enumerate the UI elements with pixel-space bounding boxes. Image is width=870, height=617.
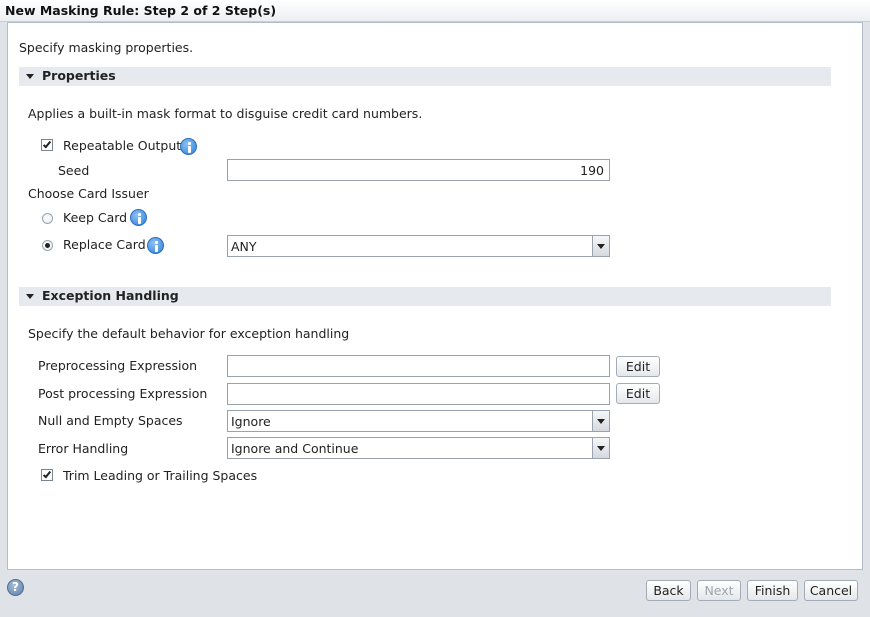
properties-header-label: Properties <box>42 68 116 83</box>
dialog-title-bar: New Masking Rule: Step 2 of 2 Step(s) <box>0 0 870 22</box>
error-handling-label: Error Handling <box>38 441 129 456</box>
trim-spaces-checkbox[interactable] <box>41 469 53 481</box>
back-button[interactable]: Back <box>646 580 691 601</box>
info-icon[interactable] <box>147 237 164 254</box>
null-empty-value: Ignore <box>231 414 271 429</box>
collapse-triangle-icon[interactable] <box>26 74 34 79</box>
trim-spaces-label: Trim Leading or Trailing Spaces <box>63 468 258 483</box>
replace-card-value: ANY <box>231 239 257 254</box>
keep-card-label: Keep Card <box>63 210 128 225</box>
dropdown-arrow-icon[interactable] <box>592 411 609 431</box>
checkmark-icon <box>42 139 52 149</box>
dropdown-arrow-icon[interactable] <box>592 236 609 256</box>
postprocessing-edit-button[interactable]: Edit <box>616 383 660 404</box>
info-icon[interactable] <box>130 209 147 226</box>
repeatable-output-checkbox[interactable] <box>41 139 53 151</box>
finish-button[interactable]: Finish <box>747 580 798 601</box>
checkmark-icon <box>42 469 52 479</box>
error-handling-value: Ignore and Continue <box>231 441 359 456</box>
preprocessing-input[interactable] <box>227 355 610 377</box>
replace-card-label: Replace Card <box>63 237 146 252</box>
instruction-text: Specify masking properties. <box>19 40 194 55</box>
info-icon[interactable] <box>180 138 197 155</box>
seed-label: Seed <box>58 163 90 178</box>
help-icon[interactable]: ? <box>7 579 24 596</box>
exception-handling-header-label: Exception Handling <box>42 288 179 303</box>
keep-card-radio[interactable] <box>42 213 53 224</box>
null-empty-label: Null and Empty Spaces <box>38 413 183 428</box>
null-empty-select[interactable]: Ignore <box>227 410 610 432</box>
properties-description: Applies a built-in mask format to disgui… <box>28 106 423 121</box>
postprocessing-label: Post processing Expression <box>38 386 208 401</box>
error-handling-select[interactable]: Ignore and Continue <box>227 437 610 459</box>
replace-card-radio[interactable] <box>42 240 53 251</box>
dropdown-arrow-icon[interactable] <box>592 438 609 458</box>
cancel-button[interactable]: Cancel <box>804 580 858 601</box>
radio-selected-dot <box>45 243 50 248</box>
repeatable-output-label: Repeatable Output <box>63 138 182 153</box>
dialog-content: Specify masking properties. Properties A… <box>7 22 863 570</box>
seed-input[interactable] <box>227 159 610 181</box>
next-button[interactable]: Next <box>697 580 741 601</box>
properties-section-header[interactable]: Properties <box>19 67 831 86</box>
collapse-triangle-icon[interactable] <box>26 294 34 299</box>
exception-handling-description: Specify the default behavior for excepti… <box>28 326 350 341</box>
dialog-title: New Masking Rule: Step 2 of 2 Step(s) <box>5 3 277 18</box>
replace-card-select[interactable]: ANY <box>227 235 610 257</box>
postprocessing-input[interactable] <box>227 383 610 405</box>
card-issuer-label: Choose Card Issuer <box>28 186 149 201</box>
preprocessing-label: Preprocessing Expression <box>38 358 198 373</box>
exception-handling-section-header[interactable]: Exception Handling <box>19 287 831 306</box>
preprocessing-edit-button[interactable]: Edit <box>616 356 660 377</box>
